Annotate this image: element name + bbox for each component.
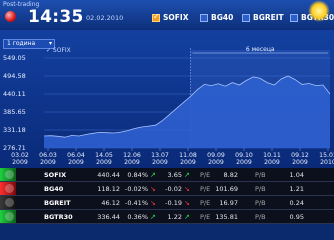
arrow-up-icon: ↗ [150,171,156,179]
pe-label: P/E [200,171,211,179]
table-row[interactable]: BGREIT 46.12 -0.41% ↘ -0.19 ↘ P/E 16.97 … [0,196,334,210]
pe-value: 101.69 [215,185,238,193]
index-value: 336.44 [97,213,120,221]
pe-label: P/E [200,185,211,193]
y-tick-label: 276.71 [3,144,26,152]
clock-time: 14:35 [28,7,84,27]
index-change-percent: 0.36% [127,213,148,221]
checkbox-icon[interactable] [242,13,250,22]
x-tick-label: 2009 [96,159,112,166]
arrow-up-icon: ↗ [150,213,156,221]
index-change-percent: 0.84% [127,171,148,179]
pe-value: 135.81 [215,213,238,221]
pb-label: P/B [255,171,266,179]
index-name: BGREIT [44,199,71,207]
pb-value: 0.24 [289,199,304,207]
index-change-percent: -0.02% [125,185,148,193]
table-row[interactable]: BGTR30 336.44 0.36% ↗ 1.22 ↗ P/E 135.81 … [0,210,334,224]
x-tick-label: 11.08 [179,152,197,159]
x-tick-label: 2009 [208,159,224,166]
series-label: ✓ SOFIX [46,47,71,54]
x-tick-label: 03.02 [11,152,29,159]
arrow-down-icon: ↘ [184,199,190,207]
index-value: 118.12 [97,185,120,193]
index-value: 46.12 [101,199,120,207]
index-name: BGTR30 [44,213,73,221]
index-value: 440.44 [97,171,120,179]
x-tick-label: 06.04 [67,152,85,159]
arrow-up-icon: ↗ [184,171,190,179]
clock-date: 02.02.2010 [86,14,124,22]
x-tick-label: 09.09 [207,152,225,159]
arrow-down-icon: ↘ [150,199,156,207]
x-tick-label: 09.12 [291,152,309,159]
pb-value: 0.95 [289,213,304,221]
pe-value: 16.97 [219,199,238,207]
index-name: SOFIX [44,171,67,179]
x-tick-label: 12.06 [123,152,141,159]
range-label: 6 месеца [246,46,275,53]
x-tick-label: 2010 [320,159,334,166]
checkbox-icon[interactable] [200,13,208,22]
x-tick-label: 2009 [152,159,168,166]
x-tick-label: 13.07 [151,152,169,159]
pb-label: P/B [255,185,266,193]
index-chart: 549.05 494.58 440.11 385.65 331.18 276.71 6 ме… [3,46,334,166]
y-tick-label: 494.58 [3,72,26,80]
pb-label: P/B [255,199,266,207]
checkbox-icon[interactable] [152,12,160,22]
pe-value: 8.82 [223,171,238,179]
pb-value: 1.21 [289,185,304,193]
index-toggle-bg40[interactable]: BG40 [200,13,233,22]
sun-icon [308,0,330,22]
x-tick-label: 2009 [236,159,252,166]
index-change: -0.02 [165,185,182,193]
market-status-icon [5,11,16,22]
index-icon [5,212,14,221]
x-tick-label: 2009 [264,159,280,166]
x-tick-label: 2009 [40,159,56,166]
checkbox-icon[interactable] [290,13,298,22]
index-change: 1.22 [167,213,182,221]
y-tick-label: 331.18 [3,126,26,134]
pb-label: P/B [255,213,266,221]
x-tick-label: 2009 [124,159,140,166]
index-name: BG40 [44,185,64,193]
index-icon [5,184,14,193]
index-icon [5,198,14,207]
index-change: -0.19 [165,199,182,207]
index-toggle-bgreit[interactable]: BGREIT [242,13,284,22]
pe-label: P/E [200,213,211,221]
index-icon [5,170,14,179]
pb-value: 1.04 [289,171,304,179]
table-row[interactable]: SOFIX 440.44 0.84% ↗ 3.65 ↗ P/E 8.82 P/B… [0,168,334,182]
index-change: 3.65 [167,171,182,179]
x-tick-label: 2009 [12,159,28,166]
index-toggle-sofix[interactable]: SOFIX [152,12,188,22]
pe-label: P/E [200,199,211,207]
y-tick-label: 385.65 [3,108,26,116]
x-tick-label: 2009 [180,159,196,166]
x-tick-label: 09.10 [235,152,253,159]
y-tick-label: 440.11 [3,90,26,98]
header-bar: Post-trading 14:35 02.02.2010 SOFIX BG40… [0,0,334,30]
x-tick-label: 10.11 [263,152,281,159]
y-tick-label: 549.05 [3,54,26,62]
x-tick-label: 2009 [68,159,84,166]
table-row[interactable]: BG40 118.12 -0.02% ↘ -0.02 ↘ P/E 101.69 … [0,182,334,196]
x-tick-label: 06.03 [39,152,57,159]
x-tick-label: 15.01 [319,152,334,159]
x-tick-label: 14.05 [95,152,113,159]
index-change-percent: -0.41% [125,199,148,207]
arrow-up-icon: ↗ [184,213,190,221]
arrow-down-icon: ↘ [184,185,190,193]
arrow-down-icon: ↘ [150,185,156,193]
index-table: SOFIX 440.44 0.84% ↗ 3.65 ↗ P/E 8.82 P/B… [0,168,334,224]
x-tick-label: 2009 [292,159,308,166]
